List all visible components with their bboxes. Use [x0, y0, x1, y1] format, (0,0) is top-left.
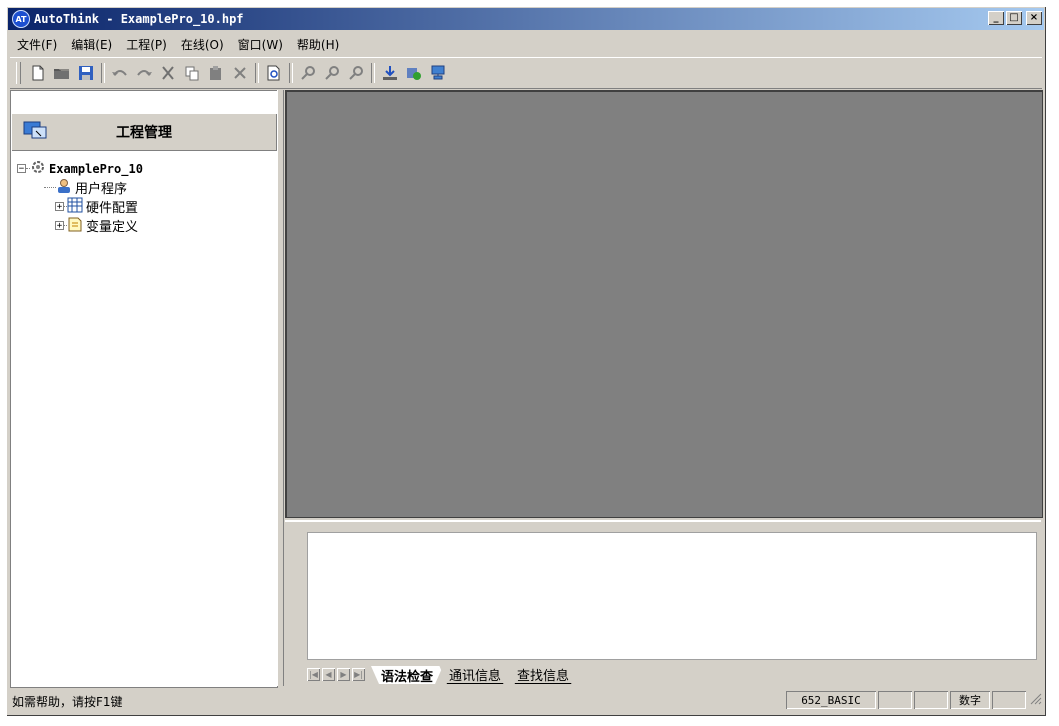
- app-logo-icon: AT: [12, 10, 30, 28]
- new-file-icon[interactable]: [28, 63, 48, 83]
- status-numlock: 数字: [950, 691, 990, 709]
- app-window: AT AutoThink - ExamplePro_10.hpf _ □ × 文…: [6, 6, 1046, 716]
- project-panel-title: 工程管理: [116, 125, 172, 141]
- resize-grip-icon[interactable]: [1028, 691, 1042, 705]
- window-title: AutoThink - ExamplePro_10.hpf: [34, 12, 244, 26]
- status-cells: 652_BASIC 数字: [784, 691, 1042, 709]
- close-button[interactable]: ×: [1026, 11, 1042, 25]
- vertical-splitter[interactable]: [277, 90, 284, 686]
- project-tree: − ExamplePro_10 用户程序 + 硬件配置 + 变量定义: [17, 159, 143, 235]
- maximize-button[interactable]: □: [1006, 11, 1022, 25]
- menu-help[interactable]: 帮助(H): [290, 36, 346, 53]
- delete-icon[interactable]: [230, 63, 250, 83]
- toolbar-separator: [255, 63, 259, 83]
- toolbar-separator: [371, 63, 375, 83]
- menu-edit[interactable]: 编辑(E): [64, 36, 119, 53]
- prev-tab-button[interactable]: ◀: [322, 668, 335, 681]
- project-panel-header[interactable]: 工程管理: [11, 113, 277, 151]
- status-help-text: 如需帮助，请按F1键: [12, 694, 123, 709]
- tree-item-user-program[interactable]: 用户程序: [17, 178, 143, 197]
- editor-area[interactable]: [285, 90, 1043, 518]
- tree-root[interactable]: − ExamplePro_10: [17, 159, 143, 178]
- last-tab-button[interactable]: ▶|: [352, 668, 365, 681]
- tab-comm-info[interactable]: 通讯信息: [439, 665, 511, 684]
- tree-item-label: 变量定义: [86, 220, 139, 235]
- hardware-config-icon: [67, 197, 83, 216]
- output-panel: |◀ ◀ ▶ ▶| 语法检查 通讯信息 查找信息: [285, 520, 1041, 688]
- replace-icon[interactable]: [346, 63, 366, 83]
- tree-line: [44, 187, 56, 188]
- menu-bar: 文件(F) 编辑(E) 工程(P) 在线(O) 窗口(W) 帮助(H): [10, 34, 346, 54]
- output-content[interactable]: [307, 532, 1037, 660]
- collapse-toggle[interactable]: −: [17, 164, 26, 174]
- tab-find-info[interactable]: 查找信息: [507, 665, 579, 684]
- status-bar: 如需帮助，请按F1键 652_BASIC 数字: [10, 690, 1042, 712]
- next-tab-button[interactable]: ▶: [337, 668, 350, 681]
- toolbar-grip[interactable]: [16, 62, 21, 84]
- toolbar-separator: [289, 63, 293, 83]
- toolbar: [10, 57, 1042, 89]
- tree-item-variable-def[interactable]: + 变量定义: [17, 216, 143, 235]
- find-next-icon[interactable]: [322, 63, 342, 83]
- toolbar-separator: [101, 63, 105, 83]
- expand-toggle[interactable]: +: [55, 221, 64, 231]
- menu-online[interactable]: 在线(O): [174, 36, 231, 53]
- cut-icon[interactable]: [158, 63, 178, 83]
- menu-project[interactable]: 工程(P): [119, 36, 174, 53]
- tree-item-label: 用户程序: [75, 182, 128, 197]
- network-icon[interactable]: [428, 63, 448, 83]
- copy-icon[interactable]: [182, 63, 202, 83]
- undo-icon[interactable]: [110, 63, 130, 83]
- variable-def-icon: [67, 216, 83, 235]
- redo-icon[interactable]: [134, 63, 154, 83]
- tree-item-label: 硬件配置: [86, 201, 139, 216]
- paste-icon[interactable]: [206, 63, 226, 83]
- status-cell: [992, 691, 1026, 709]
- status-cell: [878, 691, 912, 709]
- download-icon[interactable]: [380, 63, 400, 83]
- status-version: 652_BASIC: [786, 691, 876, 709]
- minimize-button[interactable]: _: [988, 11, 1004, 25]
- find-icon[interactable]: [298, 63, 318, 83]
- window-controls: _ □ ×: [988, 11, 1042, 25]
- project-panel: 工程管理 − ExamplePro_10 用户程序 + 硬件配置 + 变量定义: [10, 90, 278, 688]
- first-tab-button[interactable]: |◀: [307, 668, 320, 681]
- print-preview-icon[interactable]: [264, 63, 284, 83]
- user-program-icon: [56, 178, 72, 197]
- status-cell: [914, 691, 948, 709]
- output-tabs: |◀ ◀ ▶ ▶| 语法检查 通讯信息 查找信息: [307, 664, 579, 684]
- tree-root-label: ExamplePro_10: [49, 161, 143, 176]
- tree-item-hardware-config[interactable]: + 硬件配置: [17, 197, 143, 216]
- menu-file[interactable]: 文件(F): [10, 36, 64, 53]
- title-bar[interactable]: AT AutoThink - ExamplePro_10.hpf _ □ ×: [8, 8, 1044, 30]
- save-icon[interactable]: [76, 63, 96, 83]
- menu-window[interactable]: 窗口(W): [231, 36, 290, 53]
- open-folder-icon[interactable]: [52, 63, 72, 83]
- compile-icon[interactable]: [404, 63, 424, 83]
- expand-toggle[interactable]: +: [55, 202, 64, 212]
- gear-icon: [30, 159, 46, 178]
- tab-syntax-check[interactable]: 语法检查: [371, 666, 443, 684]
